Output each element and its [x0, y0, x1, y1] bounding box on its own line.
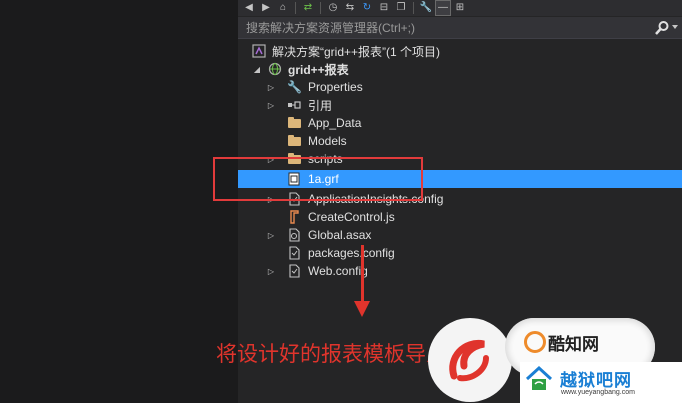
config-file-icon [289, 246, 300, 260]
tree-row-web-config[interactable]: ▷ Web.config [238, 262, 682, 280]
highlight-box [213, 157, 423, 201]
annotation-arrow [361, 245, 364, 307]
tree-row-properties[interactable]: ▷ 🔧 Properties [238, 78, 682, 96]
forward-icon[interactable]: ▶ [259, 1, 273, 15]
tree-row-global-asax[interactable]: ▷ Global.asax [238, 226, 682, 244]
folder-icon [288, 135, 301, 146]
wrench-icon: 🔧 [287, 80, 302, 94]
tree-label-web-config: Web.config [308, 264, 368, 278]
search-options-chevron-icon[interactable] [672, 25, 678, 29]
pending-changes-filter-icon[interactable]: ◷ [326, 1, 340, 15]
view-class-diagram-icon[interactable]: ⊞ [453, 1, 467, 15]
js-file-icon [290, 210, 299, 224]
solution-explorer-toolbar: ◀ ▶ ⌂ ⇄ ◷ ⇆ ↻ ⊟ ❐ 🔧 — ⊞ [238, 0, 682, 16]
switch-views-icon[interactable]: ⇄ [301, 1, 315, 15]
config-file-icon [289, 264, 300, 278]
collapsed-triangle-icon[interactable]: ▷ [266, 230, 276, 240]
asax-file-icon [289, 228, 300, 242]
home-icon[interactable]: ⌂ [276, 1, 290, 15]
watermark-brand-url: www.yueyangbang.com [561, 389, 635, 396]
show-all-files-icon[interactable]: ❐ [394, 1, 408, 15]
collapse-all-icon[interactable]: ⊟ [377, 1, 391, 15]
folder-icon [288, 117, 301, 128]
annotation-arrow-head [354, 301, 370, 317]
watermark-brand-title: 越狱吧网 [560, 371, 632, 391]
search-input[interactable]: 搜索解决方案资源管理器(Ctrl+;) [246, 19, 415, 36]
tree-label-models: Models [308, 134, 347, 148]
search-icon[interactable] [654, 20, 670, 36]
tree-label-references: 引用 [308, 98, 333, 113]
expanded-triangle-icon[interactable]: ◢ [252, 64, 262, 74]
tree-row-createcontrol-js[interactable]: CreateControl.js [238, 208, 682, 226]
tree-label-project: grid++报表 [288, 62, 349, 77]
references-icon [288, 101, 301, 109]
properties-wrench-icon[interactable]: 🔧 [419, 1, 433, 15]
collapsed-triangle-icon[interactable]: ▷ [266, 82, 276, 92]
solution-icon [252, 44, 266, 58]
web-project-icon [268, 62, 282, 76]
toolbar-separator [295, 2, 296, 14]
watermark-cloud-text: 酷知网 [548, 335, 599, 355]
editor-gutter [0, 0, 238, 403]
tree-row-packages-config[interactable]: packages.config [238, 244, 682, 262]
solution-search-box[interactable]: 搜索解决方案资源管理器(Ctrl+;) [238, 17, 682, 39]
tree-row-models[interactable]: Models [238, 132, 682, 150]
tree-row-solution[interactable]: 解决方案“grid++报表”(1 个项目) [238, 42, 682, 60]
tree-row-project[interactable]: ◢ grid++报表 [238, 60, 682, 78]
collapsed-triangle-icon[interactable]: ▷ [266, 100, 276, 110]
refresh-icon[interactable]: ↻ [360, 1, 374, 15]
toolbar-separator [413, 2, 414, 14]
tree-label-solution: 解决方案“grid++报表”(1 个项目) [272, 44, 441, 59]
tree-label-global-asax: Global.asax [308, 228, 372, 242]
watermark-badge-icon [524, 331, 546, 353]
sync-with-document-icon[interactable]: ⇆ [343, 1, 357, 15]
tree-label-packages-config: packages.config [308, 246, 395, 260]
annotation-caption: 将设计好的报表模板导入 [216, 342, 447, 366]
swirl-logo-icon [449, 339, 489, 382]
preview-selected-icon[interactable]: — [435, 0, 451, 16]
tree-row-references[interactable]: ▷ 引用 [238, 96, 682, 114]
tree-label-createcontrol-js: CreateControl.js [308, 210, 395, 224]
collapsed-triangle-icon[interactable]: ▷ [266, 266, 276, 276]
toolbar-separator [320, 2, 321, 14]
tree-row-app-data[interactable]: App_Data [238, 114, 682, 132]
tree-label-properties: Properties [308, 80, 363, 94]
wifi-house-logo-icon [525, 365, 553, 390]
tree-label-app-data: App_Data [308, 116, 362, 130]
back-icon[interactable]: ◀ [242, 1, 256, 15]
